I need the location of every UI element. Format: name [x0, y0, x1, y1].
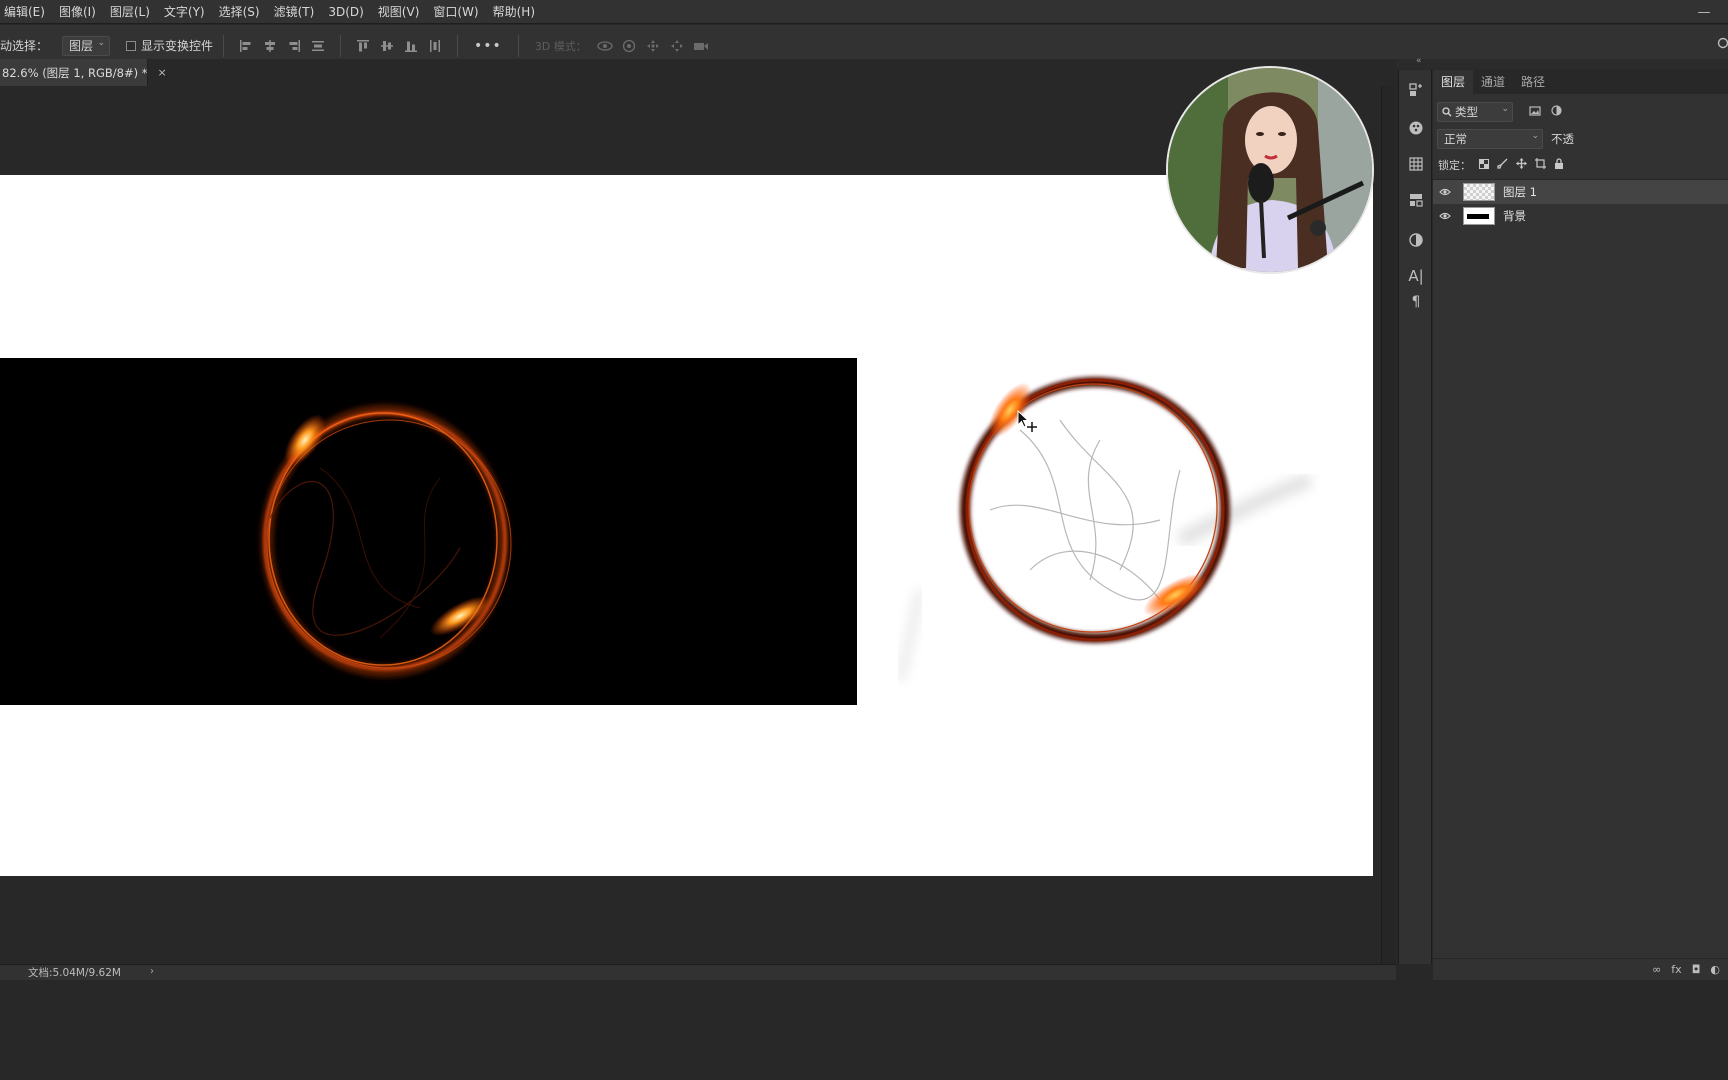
history-icon[interactable] — [1399, 78, 1433, 102]
menu-edit[interactable]: 编辑(E) — [0, 0, 52, 24]
slide-3d-icon[interactable] — [668, 37, 686, 55]
menu-image[interactable]: 图像(I) — [52, 0, 103, 24]
status-bar: 文档:5.04M/9.62M › — [0, 964, 1396, 980]
adjustment-icon[interactable]: ◐ — [1710, 963, 1720, 976]
filter-pixel-icon[interactable] — [1529, 105, 1541, 119]
align-bottom-icon[interactable] — [402, 37, 420, 55]
menu-filter[interactable]: 滤镜(T) — [267, 0, 322, 24]
camera-3d-icon[interactable] — [692, 37, 710, 55]
menu-window[interactable]: 窗口(W) — [426, 0, 485, 24]
tab-channels[interactable]: 通道 — [1473, 70, 1513, 94]
menu-select[interactable]: 选择(S) — [212, 0, 267, 24]
separator — [340, 34, 342, 57]
filter-adjustment-icon[interactable] — [1551, 105, 1562, 119]
align-top-icon[interactable] — [354, 37, 372, 55]
layer-name[interactable]: 背景 — [1503, 208, 1526, 224]
layers-panel: 图层 通道 路径 类型 ⌄ 正常 ⌄ 不透 锁定： 图层 1 背景 ∞ fx ◘… — [1433, 70, 1728, 980]
minimize-icon[interactable]: — — [1686, 5, 1722, 20]
layer-row[interactable]: 背景 — [1433, 204, 1728, 228]
layer-name[interactable]: 图层 1 — [1503, 184, 1537, 200]
mode-3d-label: 3D 模式： — [534, 39, 587, 53]
more-options-icon[interactable]: ••• — [474, 38, 502, 54]
search-icon[interactable] — [1716, 37, 1728, 53]
character-icon[interactable]: A| — [1399, 264, 1433, 288]
visibility-eye-icon[interactable] — [1433, 186, 1457, 199]
layer-thumbnail — [1463, 183, 1495, 201]
document-tab[interactable]: 82.6% (图层 1, RGB/8#) * × — [0, 59, 167, 86]
auto-select-label: 动选择： — [0, 39, 49, 53]
opacity-label: 不透 — [1551, 132, 1574, 146]
distribute-icon[interactable] — [309, 37, 327, 55]
align-left-icon[interactable] — [237, 37, 255, 55]
link-icon[interactable]: ∞ — [1652, 963, 1661, 976]
filter-kind-dropdown[interactable]: 类型 ⌄ — [1437, 102, 1513, 122]
search-icon — [1442, 107, 1452, 117]
auto-select-value: 图层 — [69, 39, 94, 53]
orbit-3d-icon[interactable] — [596, 37, 614, 55]
document-tab-strip — [148, 59, 1396, 86]
menu-help[interactable]: 帮助(H) — [486, 0, 542, 24]
separator — [457, 34, 459, 57]
move-cursor-icon — [1016, 409, 1040, 434]
window-controls: — — [1686, 0, 1722, 24]
close-icon[interactable]: × — [157, 66, 166, 79]
show-transform-label: 显示变换控件 — [141, 39, 214, 53]
chevron-down-icon: ⌄ — [97, 37, 106, 48]
fire-ring-extracted-layer[interactable] — [860, 340, 1340, 700]
webcam-overlay — [1166, 66, 1374, 274]
menu-bar: 编辑(E) 图像(I) 图层(L) 文字(Y) 选择(S) 滤镜(T) 3D(D… — [0, 0, 1728, 24]
menu-view[interactable]: 视图(V) — [371, 0, 427, 24]
blend-mode-value: 正常 — [1444, 132, 1467, 146]
document-tab-label: 82.6% (图层 1, RGB/8#) * — [2, 65, 148, 80]
fire-ring-black-image — [0, 358, 857, 705]
swatches-grid-icon[interactable] — [1399, 152, 1433, 176]
color-icon[interactable] — [1399, 116, 1433, 140]
layers-panel-footer: ∞ fx ◘ ◐ — [1433, 958, 1728, 980]
libraries-icon[interactable] — [1399, 188, 1433, 212]
show-transform-checkbox[interactable]: 显示变换控件 — [126, 37, 213, 54]
lock-transparent-icon[interactable] — [1479, 158, 1489, 172]
collapse-icon[interactable]: « — [1416, 56, 1422, 66]
chevron-down-icon: ⌄ — [1501, 104, 1509, 114]
blend-mode-dropdown[interactable]: 正常 ⌄ — [1437, 129, 1543, 149]
roll-3d-icon[interactable] — [620, 37, 638, 55]
lock-label: 锁定： — [1438, 159, 1471, 172]
align-center-h-icon[interactable] — [261, 37, 279, 55]
document-size: 文档:5.04M/9.62M — [28, 967, 121, 979]
layer-row[interactable]: 图层 1 — [1433, 180, 1728, 204]
lock-row: 锁定： — [1438, 156, 1564, 174]
layer-thumbnail — [1463, 207, 1495, 225]
checkbox-box[interactable] — [126, 40, 137, 51]
distribute-v-icon[interactable] — [426, 37, 444, 55]
mask-icon[interactable]: ◘ — [1692, 963, 1701, 976]
panel-collapse-bar[interactable]: « — [1396, 56, 1728, 69]
lock-all-icon[interactable] — [1554, 158, 1564, 172]
separator — [223, 34, 225, 57]
tab-paths[interactable]: 路径 — [1513, 70, 1553, 94]
panel-icon-strip: A| ¶ — [1398, 70, 1432, 964]
separator — [517, 34, 519, 57]
menu-type[interactable]: 文字(Y) — [157, 0, 212, 24]
status-menu-arrow-icon[interactable]: › — [150, 966, 154, 977]
lock-move-icon[interactable] — [1516, 158, 1527, 172]
pan-3d-icon[interactable] — [644, 37, 662, 55]
chevron-down-icon: ⌄ — [1531, 131, 1539, 141]
filter-kind-value: 类型 — [1455, 105, 1478, 119]
align-middle-v-icon[interactable] — [378, 37, 396, 55]
paragraph-icon[interactable]: ¶ — [1399, 290, 1433, 314]
menu-layer[interactable]: 图层(L) — [103, 0, 157, 24]
align-right-icon[interactable] — [285, 37, 303, 55]
layer-filter-row: 类型 ⌄ — [1437, 102, 1723, 122]
fx-icon[interactable]: fx — [1671, 963, 1681, 976]
panel-tabs: 图层 通道 路径 — [1433, 70, 1728, 94]
lock-brush-icon[interactable] — [1497, 158, 1508, 172]
tab-layers[interactable]: 图层 — [1433, 70, 1473, 94]
visibility-eye-icon[interactable] — [1433, 210, 1457, 223]
adjustments-icon[interactable] — [1399, 228, 1433, 252]
blend-row: 正常 ⌄ 不透 — [1437, 129, 1728, 149]
lock-artboard-icon[interactable] — [1535, 158, 1546, 172]
auto-select-dropdown[interactable]: 图层 ⌄ — [62, 35, 111, 56]
vertical-scrollbar[interactable] — [1381, 86, 1396, 964]
menu-3d[interactable]: 3D(D) — [321, 0, 370, 24]
